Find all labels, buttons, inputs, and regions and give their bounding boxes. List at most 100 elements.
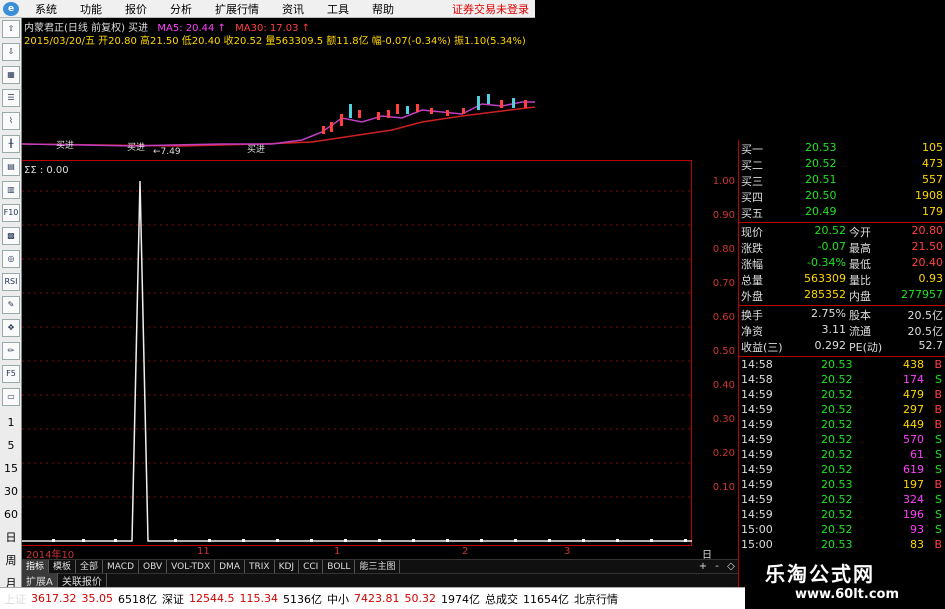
menu-item-extended[interactable]: 扩展行情: [203, 1, 270, 17]
tab-trix[interactable]: TRIX: [245, 559, 275, 574]
indicator-axis: 1.00 0.90 0.80 0.70 0.60 0.50 0.40 0.30 …: [693, 160, 738, 545]
pencil-icon[interactable]: ✏: [2, 342, 20, 360]
tab-main-chart[interactable]: 能三主图: [355, 559, 401, 574]
stat-row: 总量 563309 量比 0.93: [739, 272, 945, 288]
low-price-marker: ←7.49: [153, 147, 181, 157]
trade-price: 20.52: [821, 508, 853, 521]
indicator-chart[interactable]: [22, 160, 692, 545]
up-arrow-icon[interactable]: ⇧: [2, 20, 20, 38]
tab-extended-a[interactable]: 扩展A: [22, 573, 58, 588]
tick-0.10: 0.10: [712, 482, 735, 493]
trade-row: 14:59 20.52 479 B: [739, 388, 945, 404]
candles: [322, 94, 527, 134]
stat-label-2: 最低: [849, 258, 871, 271]
tab-obv[interactable]: OBV: [139, 559, 168, 574]
menu-item-help[interactable]: 帮助: [360, 1, 405, 17]
trade-side: B: [934, 403, 942, 416]
menu-item-analysis[interactable]: 分析: [158, 1, 203, 17]
ma5-line: [22, 101, 535, 147]
trade-row: 14:59 20.52 61 S: [739, 448, 945, 464]
search-icon[interactable]: ◎: [2, 250, 20, 268]
trade-side: B: [934, 538, 942, 551]
menu-item-function[interactable]: 功能: [68, 1, 113, 17]
tab-controls: + - ◇: [696, 561, 738, 572]
tab-kdj[interactable]: KDJ: [275, 559, 300, 574]
menu-item-tools[interactable]: 工具: [315, 1, 360, 17]
period-5[interactable]: 5: [0, 434, 22, 457]
window-icon[interactable]: ▭: [2, 388, 20, 406]
rsi-icon[interactable]: RSI: [2, 273, 20, 291]
bid-row: 买五 20.49 179: [739, 205, 945, 221]
trade-volume: 297: [903, 403, 924, 416]
finance-value-2: 20.5亿: [907, 309, 944, 322]
toggle-button[interactable]: ◇: [724, 561, 738, 572]
tab-dma[interactable]: DMA: [215, 559, 245, 574]
sz-change: 115.34: [239, 592, 279, 605]
bid-volume: 473: [922, 157, 943, 170]
stat-row: 涨幅 -0.34% 最低 20.40: [739, 256, 945, 272]
tab-cci[interactable]: CCI: [299, 559, 324, 574]
f5-icon[interactable]: F5: [2, 365, 20, 383]
tab-related-quote[interactable]: 关联报价: [58, 573, 107, 588]
f10-icon[interactable]: F10: [2, 204, 20, 222]
period-day[interactable]: 日: [0, 526, 22, 549]
table-icon[interactable]: ▤: [2, 158, 20, 176]
period-60[interactable]: 60: [0, 503, 22, 526]
market-source: 北京行情: [574, 592, 618, 606]
stat-row: 涨跌 -0.07 最高 21.50: [739, 240, 945, 256]
candle-icon[interactable]: ╫: [2, 135, 20, 153]
stat-label: 总量: [741, 274, 763, 287]
calc-icon[interactable]: ▩: [2, 227, 20, 245]
trade-side: B: [934, 388, 942, 401]
trade-row: 14:59 20.52 324 S: [739, 493, 945, 509]
stat-label: 现价: [741, 226, 763, 239]
ma30-line: [22, 106, 535, 147]
trade-time: 14:58: [741, 358, 773, 371]
tab-boll[interactable]: BOLL: [323, 559, 356, 574]
tab-macd[interactable]: MACD: [103, 559, 140, 574]
tick-0.80: 0.80: [712, 244, 735, 255]
list-icon[interactable]: ☰: [2, 89, 20, 107]
zoom-out-button[interactable]: -: [710, 561, 724, 572]
zoom-in-button[interactable]: +: [696, 561, 710, 572]
tab-vol-tdx[interactable]: VOL-TDX: [167, 559, 216, 574]
tab-template[interactable]: 模板: [49, 559, 77, 574]
period-1[interactable]: 1: [0, 411, 22, 434]
tab-indicator[interactable]: 指标: [22, 559, 50, 574]
watermark-url: www.60lt.com: [795, 587, 900, 602]
menu-item-quote[interactable]: 报价: [113, 1, 158, 17]
menu-item-system[interactable]: 系统: [23, 1, 68, 17]
line-chart-icon[interactable]: ⌇: [2, 112, 20, 130]
trade-row: 14:59 20.53 197 B: [739, 478, 945, 494]
tick-0.50: 0.50: [712, 346, 735, 357]
bid-volume: 179: [922, 205, 943, 218]
move-icon[interactable]: ✥: [2, 319, 20, 337]
trade-volume: 449: [903, 418, 924, 431]
indicator-svg: [22, 180, 692, 542]
kline-chart[interactable]: 内蒙君正(日线 前复权) 买进 MA5: 20.44 ↑ MA30: 17.03…: [22, 18, 535, 157]
finance-label: 净资: [741, 325, 763, 338]
menu-item-news[interactable]: 资讯: [270, 1, 315, 17]
period-30[interactable]: 30: [0, 480, 22, 503]
finance-value-2: 52.7: [918, 339, 944, 352]
down-arrow-icon[interactable]: ⇩: [2, 43, 20, 61]
period-week[interactable]: 周: [0, 549, 22, 572]
trade-time: 14:59: [741, 448, 773, 461]
trade-side: S: [935, 448, 942, 461]
period-15[interactable]: 15: [0, 457, 22, 480]
bid-volume: 105: [922, 141, 943, 154]
stat-label-2: 今开: [849, 226, 871, 239]
finance-row: 换手 2.75% 股本 20.5亿: [739, 307, 945, 323]
tab-all[interactable]: 全部: [76, 559, 104, 574]
stat-value-2: 277957: [901, 288, 943, 301]
tools-icon[interactable]: ✎: [2, 296, 20, 314]
stat-value-2: 20.40: [911, 256, 944, 269]
book-icon[interactable]: ▥: [2, 181, 20, 199]
grid-icon[interactable]: ▦: [2, 66, 20, 84]
trade-side: B: [934, 358, 942, 371]
trade-volume: 438: [903, 358, 924, 371]
stat-row: 外盘 285352 内盘 277957: [739, 288, 945, 304]
sme-change: 50.32: [404, 592, 437, 605]
trade-login-status[interactable]: 证券交易未登录: [452, 1, 535, 17]
buy-signal-1: 买进: [56, 141, 75, 151]
